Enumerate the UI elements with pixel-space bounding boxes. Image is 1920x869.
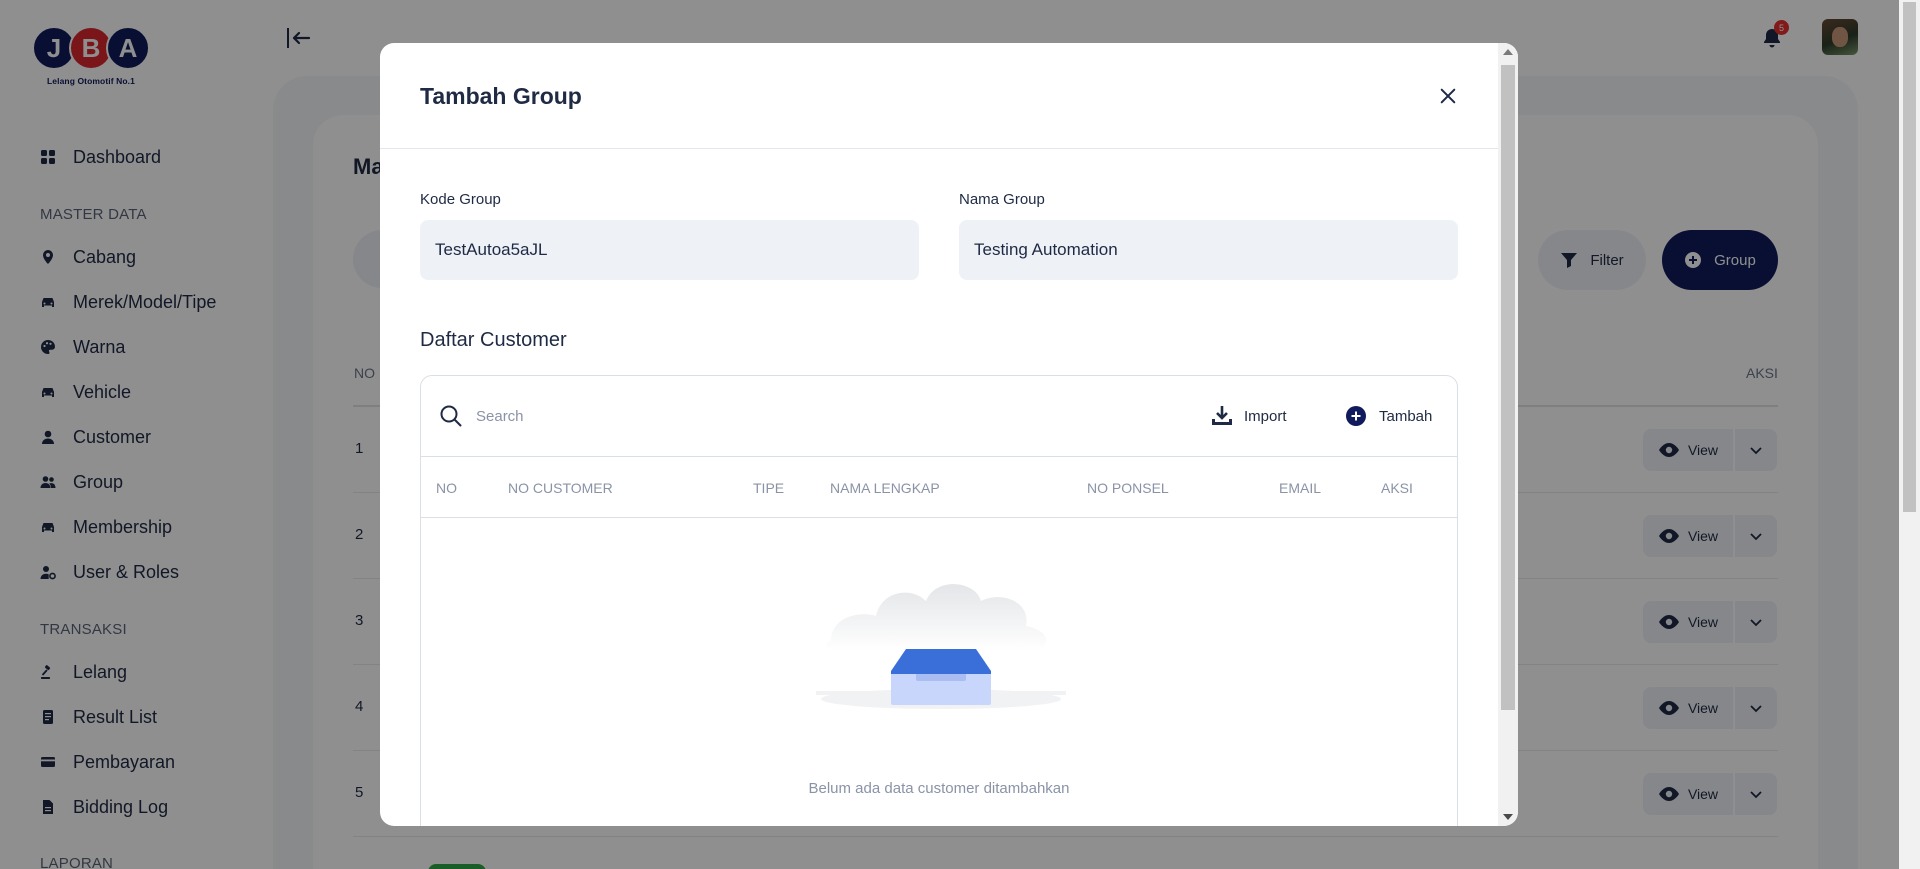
import-label: Import <box>1244 407 1287 425</box>
search-divider <box>421 456 1457 457</box>
plus-circle-icon <box>1346 406 1366 426</box>
empty-state-message: Belum ada data customer ditambahkan <box>808 780 1070 797</box>
add-customer-button[interactable]: Tambah <box>1345 402 1432 430</box>
search-icon <box>440 405 462 427</box>
column-header-tipe: TIPE <box>753 480 785 496</box>
column-header-aksi: AKSI <box>1381 480 1413 496</box>
add-customer-label: Tambah <box>1379 407 1433 425</box>
customer-search-input[interactable] <box>476 396 976 436</box>
modal-scrollbar[interactable] <box>1498 43 1518 826</box>
page-scrollbar-thumb[interactable] <box>1903 2 1916 512</box>
tambah-group-modal: Tambah Group Kode Group Nama Group Dafta… <box>380 43 1518 826</box>
column-header-no-ponsel: NO PONSEL <box>1087 480 1169 496</box>
nama-group-input[interactable] <box>959 220 1458 280</box>
import-button[interactable]: Import <box>1210 402 1287 430</box>
modal-title: Tambah Group <box>420 83 582 109</box>
column-header-nama-lengkap: NAMA LENGKAP <box>830 480 940 496</box>
kode-group-input[interactable] <box>420 220 919 280</box>
table-header-divider <box>421 517 1457 518</box>
column-header-no-customer: NO CUSTOMER <box>508 480 613 496</box>
modal-divider <box>380 148 1498 149</box>
column-header-email: EMAIL <box>1279 480 1322 496</box>
daftar-customer-title: Daftar Customer <box>420 329 567 351</box>
close-button[interactable] <box>1435 83 1461 109</box>
column-header-no: NO <box>436 480 457 496</box>
scroll-up-arrow-icon[interactable] <box>1503 49 1513 55</box>
download-icon <box>1212 406 1232 425</box>
modal-scrollbar-thumb[interactable] <box>1501 65 1515 710</box>
scroll-down-arrow-icon[interactable] <box>1503 814 1513 820</box>
close-icon <box>1440 88 1456 104</box>
nama-group-label: Nama Group <box>959 191 1045 208</box>
customer-list-panel: Import Tambah NO NO CUSTOMER TIPE NAMA L… <box>420 375 1458 826</box>
empty-inbox-illustration <box>816 584 1066 709</box>
kode-group-label: Kode Group <box>420 191 501 208</box>
page-scrollbar[interactable] <box>1899 0 1920 869</box>
